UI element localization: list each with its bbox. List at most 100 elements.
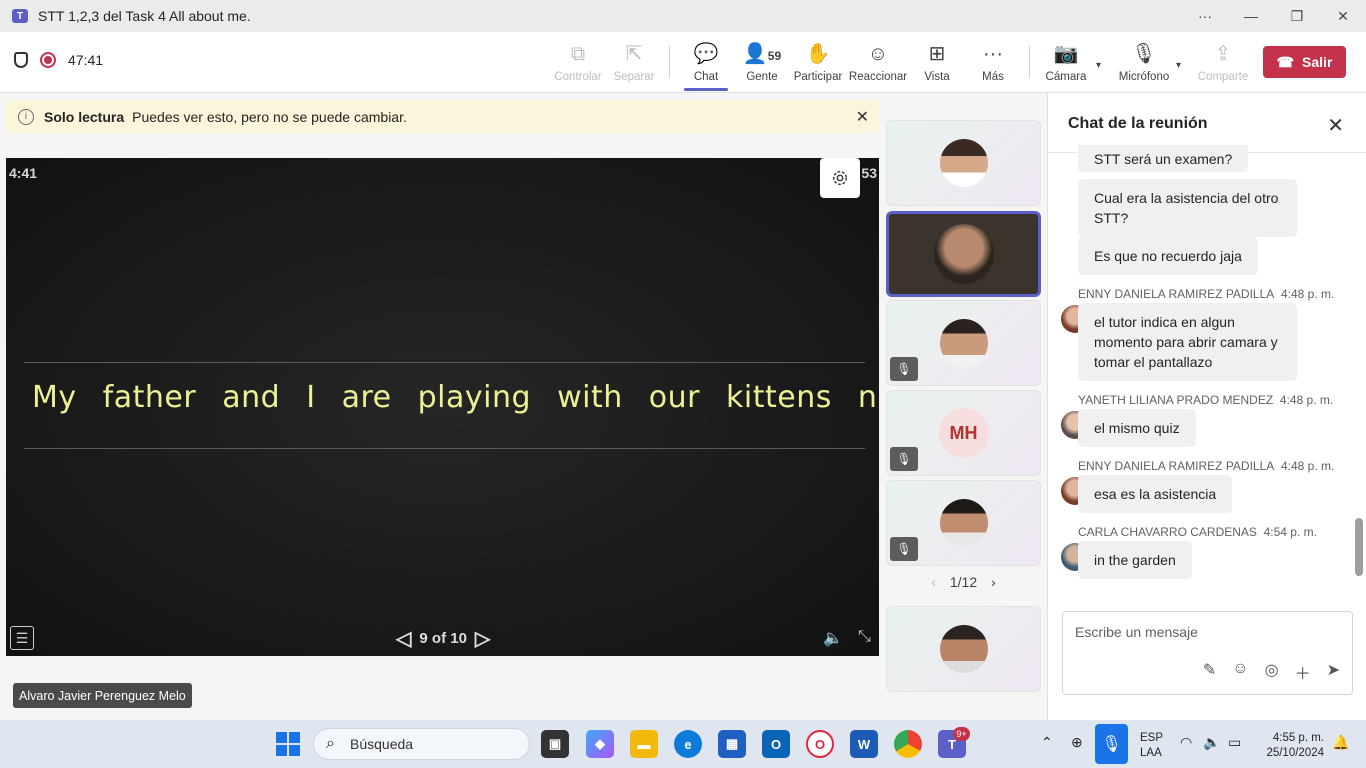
chat-scrollbar[interactable] <box>1355 518 1363 576</box>
participant-tile[interactable] <box>886 606 1041 692</box>
word-icon[interactable]: W <box>850 730 878 758</box>
exit-fullscreen-icon[interactable]: ⤡ <box>858 628 871 646</box>
battery-icon[interactable]: ▭ <box>1228 734 1241 751</box>
title-bar: T STT 1,2,3 del Task 4 All about me. ···… <box>0 0 1366 32</box>
separate-button[interactable]: ⇱ Separar <box>612 32 656 93</box>
raise-hand-button[interactable]: ✋ Participar <box>793 32 843 93</box>
menu-icon[interactable]: ☰ <box>10 626 34 650</box>
settings-button[interactable] <box>820 158 860 198</box>
participant-tile[interactable]: 🎙 <box>886 300 1041 386</box>
edge-icon[interactable]: e <box>674 730 702 758</box>
close-banner-icon[interactable]: ✕ <box>856 107 869 127</box>
chevron-up-icon[interactable]: ⌃ <box>1041 734 1053 751</box>
chat-panel: Chat de la reunión ✕ STT será un examen?… <box>1047 93 1366 720</box>
clock[interactable]: 4:55 p. m. 25/10/2024 <box>1258 731 1324 761</box>
chevron-left-icon[interactable]: ‹ <box>931 574 936 590</box>
react-button[interactable]: ☺ Reaccionar <box>849 32 907 93</box>
microphone-tray-icon[interactable]: 🎙 <box>1095 724 1128 764</box>
raise-hand-label: Participar <box>793 70 843 83</box>
message-compose-box[interactable]: Escribe un mensaje ✎ ☺ ◎ ＋ ➤ <box>1062 611 1353 695</box>
muted-mic-icon: 🎙 <box>890 447 918 471</box>
avatar <box>939 499 988 547</box>
opera-icon[interactable]: O <box>806 730 834 758</box>
camera-options-chevron-icon[interactable]: ▾ <box>1096 60 1101 71</box>
microphone-label: Micrófono <box>1118 70 1170 83</box>
more-options-icon[interactable]: ··· <box>1182 0 1228 32</box>
control-button[interactable]: ⧉ Controlar <box>553 32 603 93</box>
chat-icon: 💬 <box>693 42 719 65</box>
store-icon[interactable]: ▦ <box>718 730 746 758</box>
taskbar-search[interactable]: ⌕ Búsqueda <box>313 728 530 760</box>
avatar <box>939 139 988 187</box>
muted-mic-icon: 🎙 <box>890 537 918 561</box>
start-button[interactable] <box>276 732 300 756</box>
banner-title: Solo lectura <box>44 108 125 125</box>
chat-message: STT será un examen? <box>1078 145 1249 172</box>
shield-icon <box>14 52 28 68</box>
more-button[interactable]: ··· Más <box>972 32 1014 93</box>
chevron-right-icon[interactable]: › <box>991 574 996 590</box>
phone-hangup-icon: ☎ <box>1276 53 1295 70</box>
teams-app-icon: T <box>12 9 28 23</box>
participant-tile[interactable]: MH 🎙 <box>886 390 1041 476</box>
format-icon[interactable]: ✎ <box>1203 660 1216 684</box>
previous-slide-icon[interactable]: ◁ <box>396 626 411 651</box>
slide-timer: 4:41 <box>9 165 38 181</box>
close-window-button[interactable]: ✕ <box>1320 0 1366 32</box>
gear-icon <box>832 170 848 186</box>
chrome-icon[interactable] <box>894 730 922 758</box>
microphone-button[interactable]: 🎙 Micrófono <box>1116 32 1172 93</box>
message-meta: YANETH LILIANA PRADO MENDEZ 4:48 p. m. <box>1078 393 1334 407</box>
send-icon[interactable]: ➤ <box>1327 660 1340 684</box>
close-chat-icon[interactable]: ✕ <box>1327 113 1344 138</box>
next-slide-icon[interactable]: ▷ <box>475 626 490 651</box>
chat-message: el tutor indica en algun momento para ab… <box>1078 303 1297 381</box>
people-button[interactable]: 👤59 Gente <box>740 32 784 93</box>
bottom-rule <box>24 448 865 449</box>
participant-tile[interactable]: 🎙 <box>886 480 1041 566</box>
minimize-button[interactable]: — <box>1228 0 1274 32</box>
participant-pager: ‹ 1/12 › <box>886 574 1041 590</box>
network-settings-icon[interactable]: ⊕ <box>1071 734 1083 751</box>
microphone-icon: 🎙 <box>1131 42 1157 65</box>
copilot-icon[interactable]: ◆ <box>586 730 614 758</box>
slide-pager: ◁ 9 of 10 ▷ <box>396 626 490 651</box>
ellipsis-icon: ··· <box>983 42 1003 65</box>
microphone-options-chevron-icon[interactable]: ▾ <box>1176 60 1181 71</box>
file-explorer-icon[interactable]: ▬ <box>630 730 658 758</box>
smile-icon: ☺ <box>867 42 889 65</box>
chat-message: el mismo quiz <box>1078 409 1196 447</box>
chat-message: in the garden <box>1078 541 1192 579</box>
camera-label: Cámara <box>1045 70 1087 83</box>
search-label: Búsqueda <box>350 736 414 752</box>
language-indicator[interactable]: ESP LAA <box>1140 731 1163 761</box>
participant-tile[interactable] <box>886 120 1041 206</box>
message-input[interactable]: Escribe un mensaje <box>1075 624 1198 640</box>
chat-message: Cual era la asistencia del otro STT? <box>1078 179 1297 237</box>
speaker-icon[interactable]: 🔈 <box>1203 734 1220 751</box>
recording-icon <box>40 52 56 68</box>
separate-label: Separar <box>613 70 655 83</box>
sticker-icon[interactable]: ◎ <box>1265 660 1279 684</box>
chat-button[interactable]: 💬 Chat <box>684 32 728 93</box>
add-icon[interactable]: ＋ <box>1295 660 1311 684</box>
active-speaker-tile[interactable] <box>886 211 1041 297</box>
outlook-icon[interactable]: O <box>762 730 790 758</box>
view-button[interactable]: ⊞ Vista <box>916 32 958 93</box>
leave-button[interactable]: ☎ Salir <box>1263 46 1346 78</box>
task-view-icon[interactable]: ▣ <box>541 730 569 758</box>
view-label: Vista <box>924 70 950 83</box>
participant-page: 1/12 <box>949 574 978 590</box>
message-meta: ENNY DANIELA RAMIREZ PADILLA 4:48 p. m. <box>1078 459 1335 473</box>
avatar <box>939 625 988 673</box>
volume-icon[interactable]: 🔈 <box>823 628 843 648</box>
wifi-icon[interactable]: ◠ <box>1180 734 1192 751</box>
chat-label: Chat <box>693 70 719 83</box>
chat-header: Chat de la reunión <box>1068 115 1208 132</box>
share-button[interactable]: ⇪ Comparte <box>1197 32 1249 93</box>
camera-button[interactable]: 📷 Cámara <box>1044 32 1088 93</box>
emoji-icon[interactable]: ☺ <box>1232 660 1248 684</box>
notification-bell-icon[interactable]: 🔔 <box>1332 734 1349 751</box>
maximize-button[interactable]: ❐ <box>1274 0 1320 32</box>
share-icon: ⇪ <box>1214 42 1232 65</box>
